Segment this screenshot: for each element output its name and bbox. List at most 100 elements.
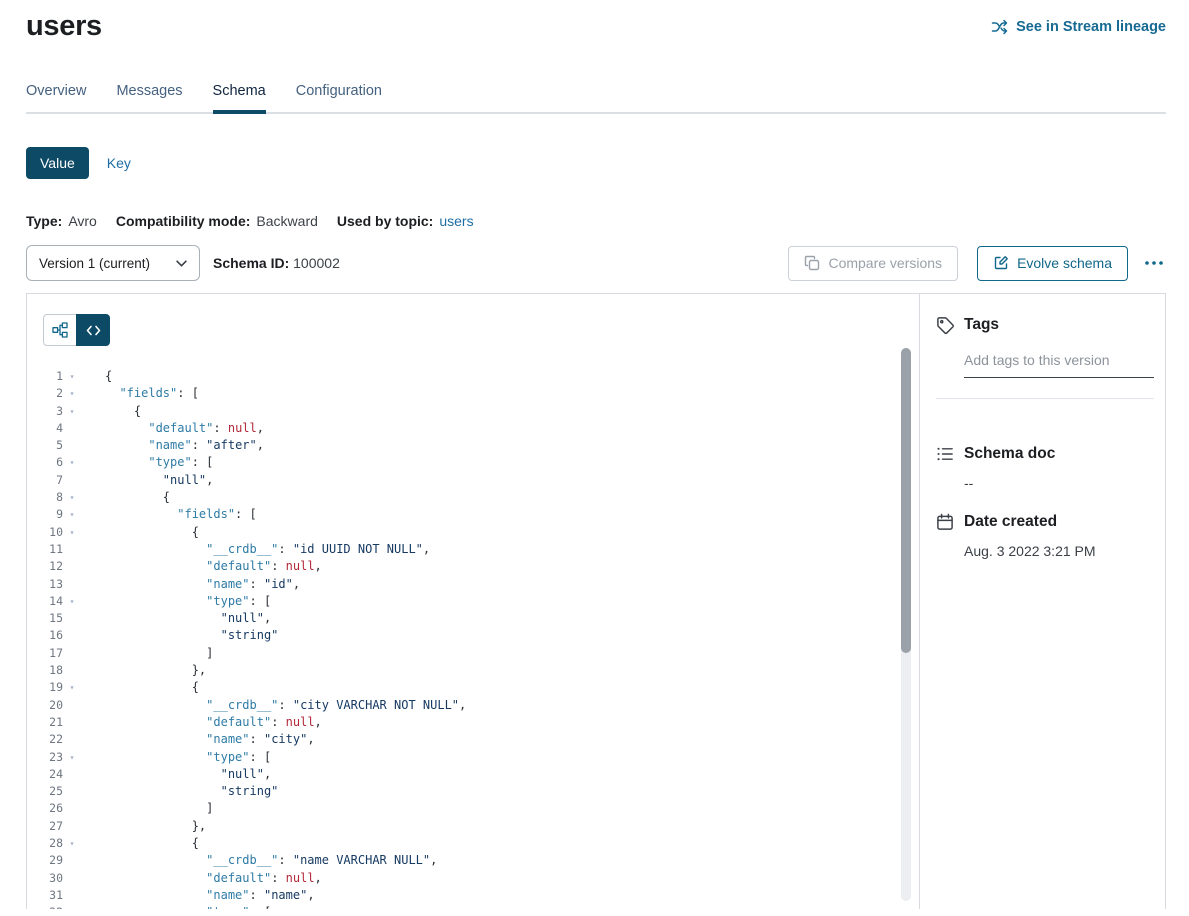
line-number: 5: [27, 437, 63, 454]
code-line: 4 "default": null,: [27, 420, 919, 437]
line-number: 17: [27, 645, 63, 662]
evolve-schema-button[interactable]: Evolve schema: [977, 246, 1128, 281]
date-created-value: Aug. 3 2022 3:21 PM: [964, 543, 1154, 559]
fold-toggle-icon[interactable]: ▾: [63, 454, 81, 471]
editor-scrollbar-thumb[interactable]: [901, 348, 911, 653]
schema-id-label: Schema ID:: [213, 255, 289, 271]
tags-header: Tags: [936, 316, 1154, 334]
stream-lineage-label: See in Stream lineage: [1016, 19, 1166, 35]
code-line: 16 "string": [27, 627, 919, 644]
line-number: 21: [27, 714, 63, 731]
line-number: 24: [27, 766, 63, 783]
compare-versions-button[interactable]: Compare versions: [788, 246, 958, 281]
code-line-text: "name": "id",: [81, 576, 300, 593]
fold-toggle-icon[interactable]: ▾: [63, 679, 81, 696]
tags-input[interactable]: [964, 352, 1154, 378]
code-line-text: "type": [: [81, 454, 213, 471]
key-toggle-button[interactable]: Key: [89, 147, 149, 179]
code-line-text: "default": null,: [81, 420, 264, 437]
code-line-text: "type": [: [81, 593, 271, 610]
code-line-text: {: [81, 835, 199, 852]
code-line-text: "__crdb__": "name VARCHAR NULL",: [81, 852, 437, 869]
schema-controls: Version 1 (current) Schema ID: 100002 Co…: [26, 245, 1166, 281]
stream-lineage-icon: [991, 19, 1009, 35]
code-line: 27 },: [27, 818, 919, 835]
tab-schema[interactable]: Schema: [213, 83, 266, 112]
schema-id: Schema ID: 100002: [213, 255, 340, 271]
code-view-icon: [86, 323, 101, 338]
code-line: 5 "name": "after",: [27, 437, 919, 454]
line-number: 22: [27, 731, 63, 748]
tags-section: Tags: [936, 316, 1154, 399]
compare-versions-label: Compare versions: [828, 255, 942, 271]
fold-toggle-icon[interactable]: ▾: [63, 368, 81, 385]
stream-lineage-link[interactable]: See in Stream lineage: [991, 19, 1166, 35]
fold-toggle-icon[interactable]: ▾: [63, 489, 81, 506]
line-number: 3: [27, 403, 63, 420]
date-created-header: Date created: [936, 513, 1154, 531]
code-line-text: "string": [81, 783, 278, 800]
line-number: 26: [27, 800, 63, 817]
fold-toggle-icon[interactable]: ▾: [63, 835, 81, 852]
line-number: 23: [27, 749, 63, 766]
code-line-text: "fields": [: [81, 506, 257, 523]
version-dropdown-value: Version 1 (current): [39, 256, 150, 271]
fold-toggle-icon[interactable]: ▾: [63, 403, 81, 420]
more-options-button[interactable]: [1142, 254, 1166, 272]
line-number: 32: [27, 904, 63, 909]
code-line-text: {: [81, 679, 199, 696]
code-line: 8▾ {: [27, 489, 919, 506]
tab-configuration[interactable]: Configuration: [296, 83, 382, 112]
code-line: 24 "null",: [27, 766, 919, 783]
code-line-text: {: [81, 489, 170, 506]
fold-toggle-icon[interactable]: ▾: [63, 524, 81, 541]
line-number: 9: [27, 506, 63, 523]
line-number: 28: [27, 835, 63, 852]
fold-toggle-icon[interactable]: ▾: [63, 506, 81, 523]
line-number: 19: [27, 679, 63, 696]
value-toggle-button[interactable]: Value: [26, 147, 89, 179]
code-line-text: "null",: [81, 766, 271, 783]
line-number: 6: [27, 454, 63, 471]
schema-panel: 1▾{2▾ "fields": [3▾ {4 "default": null,5…: [26, 293, 1166, 909]
line-number: 1: [27, 368, 63, 385]
code-line-text: "__crdb__": "id UUID NOT NULL",: [81, 541, 430, 558]
version-dropdown[interactable]: Version 1 (current): [26, 245, 200, 281]
code-line: 6▾ "type": [: [27, 454, 919, 471]
line-number: 4: [27, 420, 63, 437]
code-line-text: "name": "after",: [81, 437, 264, 454]
code-line-text: "type": [: [81, 904, 271, 909]
code-line-text: "default": null,: [81, 558, 322, 575]
line-number: 29: [27, 852, 63, 869]
code-line-text: "default": null,: [81, 714, 322, 731]
line-number: 20: [27, 697, 63, 714]
line-number: 27: [27, 818, 63, 835]
code-line: 2▾ "fields": [: [27, 385, 919, 402]
topic-link[interactable]: users: [439, 213, 473, 229]
fold-toggle-icon[interactable]: ▾: [63, 749, 81, 766]
code-line: 17 ]: [27, 645, 919, 662]
tab-overview[interactable]: Overview: [26, 83, 86, 112]
code-line: 21 "default": null,: [27, 714, 919, 731]
topic-tabs: Overview Messages Schema Configuration: [26, 83, 1166, 114]
fold-toggle-icon[interactable]: ▾: [63, 593, 81, 610]
page-title: users: [26, 10, 102, 43]
tags-title: Tags: [964, 316, 999, 334]
schema-doc-value: --: [964, 475, 1154, 491]
schema-doc-icon: [936, 445, 954, 463]
line-number: 16: [27, 627, 63, 644]
fold-toggle-icon[interactable]: ▾: [63, 904, 81, 909]
tree-view-button[interactable]: [43, 314, 77, 346]
fold-toggle-icon[interactable]: ▾: [63, 385, 81, 402]
code-line-text: "fields": [: [81, 385, 199, 402]
page-header: users See in Stream lineage: [26, 10, 1166, 43]
code-line: 13 "name": "id",: [27, 576, 919, 593]
tab-messages[interactable]: Messages: [116, 83, 182, 112]
type-label: Type:: [26, 213, 62, 229]
line-number: 8: [27, 489, 63, 506]
code-view-button[interactable]: [76, 314, 110, 346]
code-line-text: "string": [81, 627, 278, 644]
code-line-text: },: [81, 818, 206, 835]
code-line: 19▾ {: [27, 679, 919, 696]
code-line-text: {: [81, 403, 141, 420]
